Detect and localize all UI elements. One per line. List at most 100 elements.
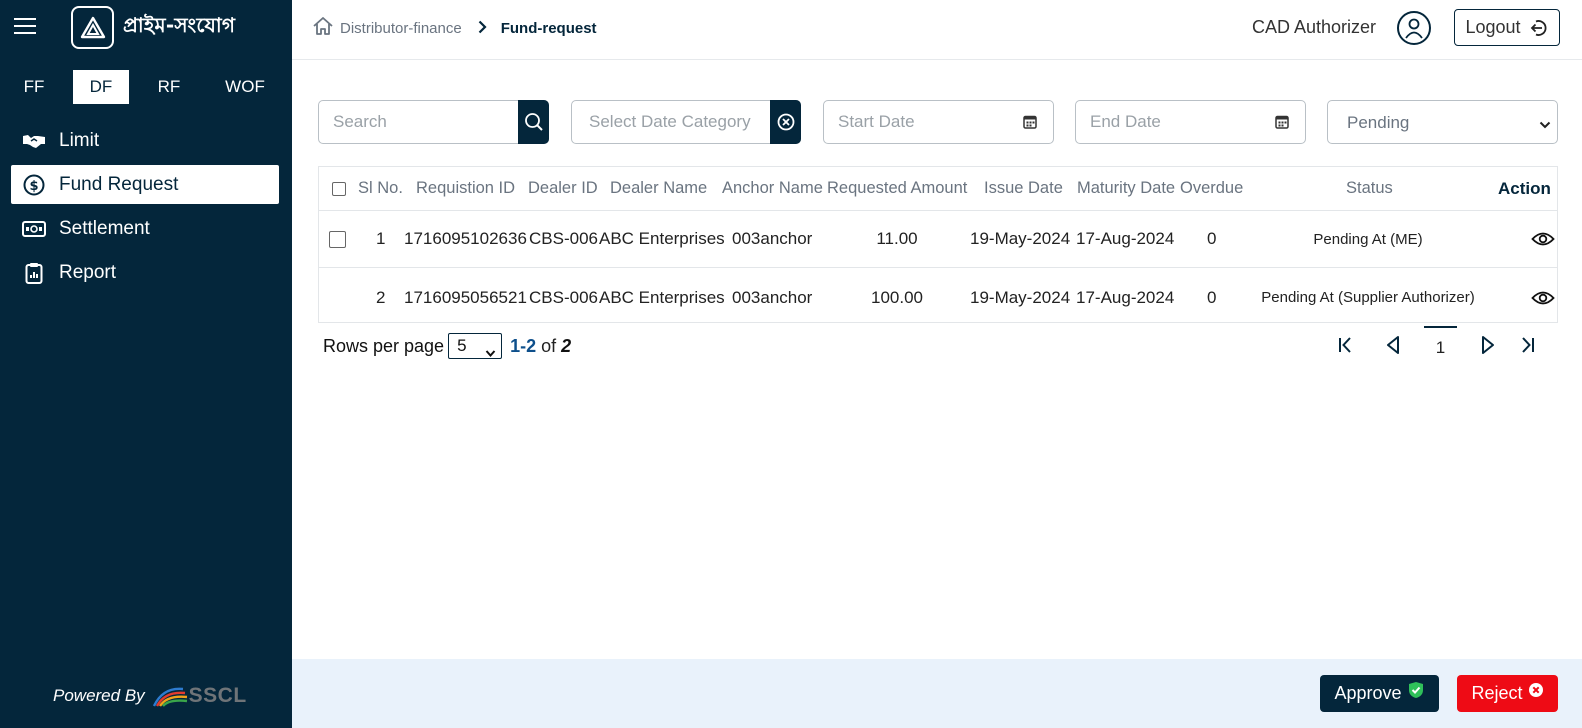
- chevron-down-icon: [485, 341, 496, 365]
- action-bar: Approve Reject: [292, 659, 1582, 728]
- cell-issue-date: 19-May-2024: [970, 287, 1071, 307]
- brand-logo-icon: [71, 6, 114, 49]
- logout-icon: [1529, 18, 1549, 38]
- cell-maturity-date: 17-Aug-2024: [1076, 287, 1175, 307]
- cell-dealer-id: CBS-006: [529, 287, 598, 307]
- cell-sl-no: 2: [376, 287, 386, 307]
- sidebar-item-report[interactable]: Report: [11, 253, 279, 292]
- reject-label: Reject: [1471, 683, 1523, 703]
- tab-rf[interactable]: RF: [141, 70, 197, 104]
- breadcrumb-distributor-finance[interactable]: Distributor-finance: [340, 20, 462, 37]
- sscl-logo: SSCL: [152, 684, 247, 708]
- page-range-of: of: [541, 335, 557, 356]
- first-page-icon[interactable]: [1333, 333, 1357, 357]
- handshake-icon: [21, 129, 47, 153]
- search-icon[interactable]: [518, 100, 549, 144]
- col-sl-no[interactable]: Sl No.: [358, 167, 403, 210]
- cell-issue-date: 19-May-2024: [970, 229, 1071, 248]
- col-dealer-id[interactable]: Dealer ID: [528, 167, 598, 210]
- search-input[interactable]: [319, 101, 517, 143]
- reject-button[interactable]: Reject: [1457, 675, 1558, 712]
- status-badge: Pending At (ME): [1313, 230, 1423, 248]
- page-total: 2: [561, 335, 572, 356]
- col-status[interactable]: Status: [1346, 167, 1393, 210]
- col-maturity-date[interactable]: Maturity Date: [1077, 167, 1175, 210]
- start-date-input[interactable]: [824, 101, 1014, 143]
- search-field: [318, 100, 549, 144]
- cell-dealer-name: ABC Enterprises: [599, 229, 725, 248]
- cell-dealer-id: CBS-006: [529, 229, 598, 248]
- rows-per-page-select[interactable]: 5: [448, 333, 503, 359]
- home-icon[interactable]: [312, 16, 334, 40]
- col-requisition-id[interactable]: Requistion ID: [416, 167, 515, 210]
- sidebar-item-label: Report: [59, 261, 117, 283]
- col-anchor-name[interactable]: Anchor Name: [722, 167, 823, 210]
- close-circle-icon: [1528, 682, 1544, 698]
- previous-page-icon[interactable]: [1381, 333, 1405, 357]
- table-header: Sl No. Requistion ID Dealer ID Dealer Na…: [319, 167, 1557, 211]
- table-row: 2 1716095056521 CBS-006 ABC Enterprises …: [319, 269, 1557, 326]
- tab-wof[interactable]: WOF: [217, 70, 273, 104]
- powered-by-label: Powered By: [53, 686, 145, 705]
- date-category-field: [571, 100, 801, 144]
- cell-requested-amount: 11.00: [876, 229, 918, 248]
- status-select[interactable]: Pending: [1328, 101, 1557, 143]
- topbar: Distributor-finance Fund-request CAD Aut…: [292, 0, 1582, 60]
- status-badge: Pending At (Supplier Authorizer): [1261, 289, 1475, 306]
- sscl-logo-text: SSCL: [188, 684, 247, 707]
- last-page-icon[interactable]: [1516, 333, 1540, 357]
- svg-text:$: $: [29, 179, 38, 194]
- brand-name: প্রাইম-সংযোগ: [123, 13, 236, 37]
- tab-ff[interactable]: FF: [6, 70, 62, 104]
- rows-per-page-label: Rows per page: [323, 335, 445, 356]
- breadcrumb: Distributor-finance Fund-request: [312, 16, 597, 40]
- table-row: 1 1716095102636 CBS-006 ABC Enterprises …: [319, 211, 1557, 268]
- sidebar-item-settlement[interactable]: Settlement: [11, 209, 279, 248]
- clear-icon[interactable]: [770, 100, 801, 144]
- sidebar: প্রাইম-সংযোগ FF DF RF WOF Limit $ Fund R…: [0, 0, 292, 728]
- date-category-input[interactable]: [572, 101, 768, 143]
- col-dealer-name[interactable]: Dealer Name: [610, 167, 707, 210]
- cell-requisition-id: 1716095102636: [404, 229, 527, 248]
- approve-button[interactable]: Approve: [1320, 675, 1439, 712]
- fund-request-table: Sl No. Requistion ID Dealer ID Dealer Na…: [318, 166, 1558, 323]
- module-tabs: FF DF RF WOF: [0, 70, 292, 104]
- menu-icon[interactable]: [14, 18, 36, 36]
- sidebar-item-limit[interactable]: Limit: [11, 121, 279, 160]
- cell-anchor-name: 003anchor: [732, 229, 813, 248]
- cell-anchor-name: 003anchor: [732, 287, 813, 307]
- logout-button[interactable]: Logout: [1454, 9, 1560, 46]
- next-page-icon[interactable]: [1476, 333, 1500, 357]
- col-requested-amount[interactable]: Requested Amount: [827, 167, 967, 210]
- powered-by: Powered By SSCL: [53, 684, 247, 708]
- dollar-circle-icon: $: [21, 173, 47, 197]
- row-checkbox[interactable]: [329, 230, 346, 248]
- sidebar-item-label: Limit: [59, 129, 100, 151]
- page-range: 1-2: [510, 335, 537, 356]
- user-avatar-icon[interactable]: [1397, 11, 1431, 45]
- view-eye-icon[interactable]: [1531, 230, 1555, 248]
- current-page[interactable]: 1: [1424, 326, 1457, 362]
- sscl-logo-icon: [152, 687, 187, 707]
- brand[interactable]: প্রাইম-সংযোগ: [71, 6, 235, 49]
- user-role: CAD Authorizer: [1252, 17, 1377, 37]
- banknote-icon: [21, 217, 47, 241]
- calendar-icon[interactable]: [1275, 114, 1289, 134]
- col-overdue[interactable]: Overdue: [1180, 167, 1243, 210]
- cell-overdue: 0: [1207, 229, 1217, 248]
- end-date-input[interactable]: [1076, 101, 1266, 143]
- breadcrumb-fund-request: Fund-request: [500, 19, 597, 37]
- end-date-field: [1075, 100, 1306, 144]
- view-eye-icon[interactable]: [1531, 289, 1555, 307]
- cell-overdue: 0: [1207, 287, 1217, 307]
- rows-per-page-value: 5: [457, 336, 467, 355]
- sidebar-item-fund-request[interactable]: $ Fund Request: [11, 165, 279, 204]
- tab-df[interactable]: DF: [73, 70, 129, 104]
- approve-label: Approve: [1334, 683, 1402, 703]
- col-issue-date[interactable]: Issue Date: [984, 167, 1063, 210]
- cell-requested-amount: 100.00: [871, 287, 923, 307]
- cell-dealer-name: ABC Enterprises: [599, 287, 725, 307]
- calendar-icon[interactable]: [1023, 114, 1037, 134]
- cell-sl-no: 1: [376, 229, 386, 248]
- select-all-checkbox[interactable]: [332, 181, 346, 196]
